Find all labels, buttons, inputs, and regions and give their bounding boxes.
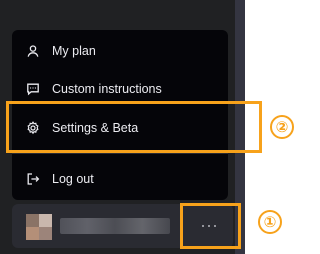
menu-item-my-plan[interactable]: My plan bbox=[12, 35, 228, 67]
annotation-highlight-settings bbox=[6, 101, 262, 153]
annotation-highlight-more bbox=[180, 203, 241, 249]
blurred-user-name bbox=[60, 218, 170, 234]
menu-item-label: My plan bbox=[52, 44, 96, 58]
avatar bbox=[26, 214, 52, 240]
annotation-step-number: ② bbox=[270, 115, 294, 139]
annotation-step-number: ① bbox=[258, 210, 282, 234]
screenshot: My plan Custom instructions Settings & B… bbox=[0, 0, 297, 254]
message-dots-icon bbox=[26, 82, 40, 96]
menu-item-label: Custom instructions bbox=[52, 82, 162, 96]
user-icon bbox=[26, 44, 40, 58]
logout-icon bbox=[26, 172, 40, 186]
menu-divider bbox=[12, 153, 228, 154]
menu-item-label: Log out bbox=[52, 172, 94, 186]
menu-item-log-out[interactable]: Log out bbox=[12, 163, 228, 195]
